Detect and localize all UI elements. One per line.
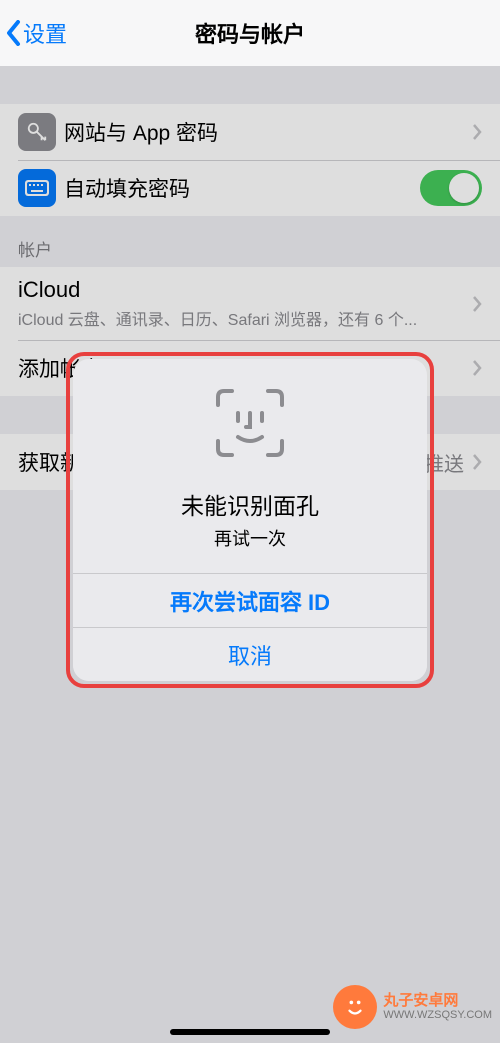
- watermark: 丸子安卓网 WWW.WZSQSY.COM: [333, 985, 492, 1029]
- retry-faceid-button[interactable]: 再次尝试面容 ID: [73, 573, 427, 627]
- faceid-dialog: 未能识别面孔 再试一次 再次尝试面容 ID 取消: [73, 359, 427, 681]
- watermark-url: WWW.WZSQSY.COM: [383, 1009, 492, 1022]
- page-title: 密码与帐户: [195, 17, 305, 49]
- annotation-highlight: 未能识别面孔 再试一次 再次尝试面容 ID 取消: [66, 352, 434, 688]
- chevron-left-icon: [6, 20, 21, 46]
- nav-bar: 设置 密码与帐户: [0, 0, 500, 66]
- faceid-icon: [214, 387, 286, 459]
- watermark-title: 丸子安卓网: [383, 992, 492, 1009]
- dialog-title: 未能识别面孔: [93, 487, 407, 521]
- back-label: 设置: [23, 17, 67, 49]
- cancel-button[interactable]: 取消: [73, 627, 427, 681]
- back-button[interactable]: 设置: [6, 0, 67, 66]
- dialog-subtitle: 再试一次: [93, 525, 407, 551]
- home-indicator: [170, 1029, 330, 1035]
- watermark-logo-icon: [333, 985, 377, 1029]
